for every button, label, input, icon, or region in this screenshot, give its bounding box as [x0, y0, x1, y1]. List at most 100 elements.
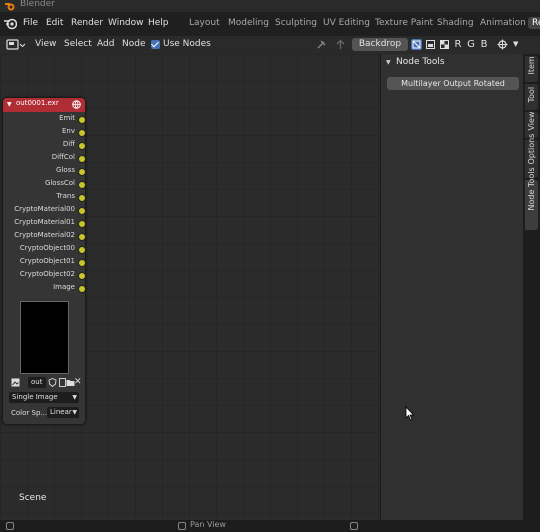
mouse-right-icon — [350, 522, 358, 530]
output-socket[interactable] — [78, 207, 86, 215]
output-socket[interactable] — [78, 272, 86, 280]
channel-g-toggle[interactable]: G — [466, 39, 476, 50]
blender-logo-icon — [5, 3, 15, 11]
tab-uv-editing[interactable]: UV Editing — [323, 18, 370, 28]
color-space-label: Color Sp... — [11, 409, 48, 417]
socket-label: Trans — [56, 192, 76, 200]
output-socket-row: DiffCol — [3, 152, 86, 164]
output-socket[interactable] — [78, 285, 86, 293]
backdrop-zoom-icon[interactable] — [411, 39, 422, 50]
header-add-menu[interactable]: Add — [97, 39, 114, 49]
output-socket[interactable] — [78, 181, 86, 189]
node-collapse-icon[interactable]: ▼ — [7, 101, 12, 108]
socket-label: Gloss — [56, 166, 75, 174]
tab-tool[interactable]: Tool — [525, 84, 538, 110]
menu-help[interactable]: Help — [148, 18, 169, 28]
output-socket[interactable] — [78, 233, 86, 241]
socket-label: CryptoObject01 — [19, 257, 75, 265]
socket-label: CryptoMaterial01 — [14, 218, 75, 226]
image-node[interactable]: ▼ out0001.exr Emit Env Diff DiffCol Glos… — [3, 98, 86, 424]
use-nodes-label[interactable]: Use Nodes — [163, 39, 211, 49]
editor-type-icon[interactable] — [6, 39, 26, 51]
tab-shading[interactable]: Shading — [437, 18, 474, 28]
tab-layout[interactable]: Layout — [189, 18, 220, 28]
tab-modeling[interactable]: Modeling — [228, 18, 269, 28]
output-socket[interactable] — [78, 129, 86, 137]
output-socket[interactable] — [78, 116, 86, 124]
tab-item[interactable]: Item — [525, 56, 538, 82]
output-socket-row: Trans — [3, 191, 86, 203]
unlink-close-icon[interactable]: ✕ — [74, 378, 83, 387]
use-nodes-checkbox[interactable] — [151, 40, 160, 49]
gizmo-icon[interactable] — [497, 39, 508, 50]
tab-texture-paint[interactable]: Texture Paint — [375, 18, 433, 28]
output-socket-row: CryptoMaterial02 — [3, 230, 86, 242]
blender-menu-icon[interactable] — [4, 17, 17, 30]
image-source-dropdown[interactable]: Single Image ▼ — [9, 392, 79, 403]
node-preview-toggle-icon[interactable] — [72, 100, 81, 109]
tab-item-label: Item — [527, 56, 536, 75]
multilayer-output-rotated-button[interactable]: Multilayer Output Rotated — [387, 77, 519, 90]
output-socket-row: GlossCol — [3, 178, 86, 190]
image-name-field[interactable]: out — [28, 377, 46, 388]
header-view-menu[interactable]: View — [35, 39, 56, 49]
chevron-down-icon: ▼ — [72, 394, 77, 401]
gizmo-dropdown-chevron-icon[interactable]: ▼ — [513, 40, 518, 48]
output-socket[interactable] — [78, 246, 86, 254]
color-space-dropdown[interactable]: Linear ▼ — [47, 407, 79, 418]
socket-label: Emit — [59, 114, 75, 122]
socket-label: DiffCol — [51, 153, 75, 161]
output-socket[interactable] — [78, 194, 86, 202]
sidebar-panel: ▼ Node Tools Multilayer Output Rotated — [380, 54, 524, 520]
tab-view-label: View — [527, 111, 536, 131]
pin-icon[interactable] — [316, 39, 327, 50]
top-bar: File Edit Render Window Help Layout Mode… — [0, 12, 540, 36]
output-socket-row: CryptoObject00 — [3, 243, 86, 255]
node-header[interactable]: ▼ out0001.exr — [3, 98, 85, 112]
header-node-menu[interactable]: Node — [122, 39, 146, 49]
output-socket-row: CryptoMaterial00 — [3, 204, 86, 216]
socket-label: GlossCol — [44, 179, 75, 187]
mouse-left-icon — [6, 522, 14, 530]
channel-b-toggle[interactable]: B — [479, 39, 489, 50]
backdrop-button[interactable]: Backdrop — [352, 38, 408, 51]
channel-r-toggle[interactable]: R — [453, 39, 463, 50]
output-socket[interactable] — [78, 259, 86, 267]
chevron-down-icon: ▼ — [72, 409, 77, 416]
output-socket[interactable] — [78, 142, 86, 150]
display-image-icon[interactable] — [425, 39, 436, 50]
tab-animation[interactable]: Animation — [480, 18, 526, 28]
display-alpha-icon[interactable] — [439, 39, 450, 50]
tab-sculpting[interactable]: Sculpting — [275, 18, 317, 28]
output-socket[interactable] — [78, 220, 86, 228]
menu-edit[interactable]: Edit — [46, 18, 63, 28]
output-socket[interactable] — [78, 168, 86, 176]
node-title: out0001.exr — [16, 99, 59, 107]
mouse-middle-icon — [178, 522, 186, 530]
output-socket-row: Image — [3, 282, 86, 294]
menu-file[interactable]: File — [23, 18, 38, 28]
output-socket[interactable] — [78, 155, 86, 163]
parent-node-tree-icon[interactable] — [335, 39, 346, 50]
socket-label: Image — [53, 283, 75, 291]
node-tools-panel-title[interactable]: Node Tools — [396, 57, 445, 67]
panel-collapse-icon[interactable]: ▼ — [386, 59, 391, 66]
status-hint: Pan View — [190, 520, 226, 529]
output-socket-row: Env — [3, 126, 86, 138]
menu-window[interactable]: Window — [108, 18, 144, 28]
output-socket-row: CryptoObject01 — [3, 256, 86, 268]
tab-rendering[interactable]: Re — [528, 17, 540, 29]
browse-image-icon[interactable] — [11, 378, 20, 387]
tab-node-tools[interactable]: Node Tools — [525, 167, 538, 230]
menu-render[interactable]: Render — [71, 18, 103, 28]
output-socket-row: Diff — [3, 139, 86, 151]
fake-user-shield-icon[interactable] — [48, 378, 57, 387]
socket-label: CryptoMaterial00 — [14, 205, 75, 213]
output-socket-row: CryptoObject02 — [3, 269, 86, 281]
image-source-value: Single Image — [12, 393, 58, 401]
output-socket-row: Emit — [3, 113, 86, 125]
node-image-preview — [20, 301, 69, 374]
header-select-menu[interactable]: Select — [64, 39, 92, 49]
mouse-cursor-icon — [405, 406, 415, 421]
socket-label: CryptoObject02 — [19, 270, 75, 278]
